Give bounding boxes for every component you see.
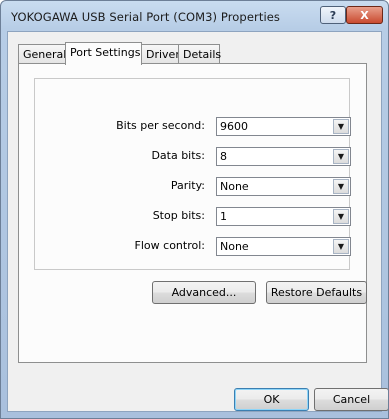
chevron-down-icon[interactable]: ▼: [333, 239, 349, 254]
flow-control-select[interactable]: None ▼: [216, 237, 351, 256]
help-button[interactable]: ?: [320, 6, 346, 24]
chevron-down-icon[interactable]: ▼: [333, 209, 349, 224]
flow-control-value: None: [220, 240, 249, 253]
data-bits-label: Data bits:: [151, 149, 205, 162]
stop-bits-select[interactable]: 1 ▼: [216, 207, 351, 226]
tab-details[interactable]: Details: [178, 44, 221, 64]
tab-driver[interactable]: Driver: [141, 44, 180, 64]
close-button[interactable]: X: [346, 6, 383, 24]
bits-per-second-value: 9600: [220, 120, 248, 133]
data-bits-select[interactable]: 8 ▼: [216, 147, 351, 166]
parity-value: None: [220, 180, 249, 193]
data-bits-value: 8: [220, 150, 227, 163]
cancel-button[interactable]: Cancel: [314, 388, 388, 411]
bits-per-second-select[interactable]: 9600 ▼: [216, 117, 351, 136]
window-title: YOKOGAWA USB Serial Port (COM3) Properti…: [11, 10, 281, 24]
close-icon: X: [360, 8, 369, 22]
chevron-down-icon[interactable]: ▼: [333, 119, 349, 134]
restore-defaults-button[interactable]: Restore Defaults: [266, 281, 367, 304]
chevron-down-icon[interactable]: ▼: [333, 149, 349, 164]
parity-label: Parity:: [170, 179, 205, 192]
advanced-button[interactable]: Advanced...: [152, 281, 256, 304]
help-icon: ?: [329, 8, 337, 22]
dialog-client-area: General Port Settings Driver Details Bit…: [7, 31, 388, 412]
tab-port-settings[interactable]: Port Settings: [65, 42, 142, 65]
settings-group: Bits per second: 9600 ▼ Data bits: 8 ▼ P…: [34, 78, 351, 270]
chevron-down-icon[interactable]: ▼: [333, 179, 349, 194]
ok-button[interactable]: OK: [234, 388, 309, 411]
bits-per-second-label: Bits per second:: [116, 119, 205, 132]
properties-dialog: YOKOGAWA USB Serial Port (COM3) Properti…: [0, 0, 389, 419]
port-settings-panel: Bits per second: 9600 ▼ Data bits: 8 ▼ P…: [18, 63, 367, 363]
title-bar[interactable]: YOKOGAWA USB Serial Port (COM3) Properti…: [1, 1, 388, 31]
stop-bits-label: Stop bits:: [152, 209, 205, 222]
stop-bits-value: 1: [220, 210, 227, 223]
flow-control-label: Flow control:: [134, 239, 205, 252]
tab-general[interactable]: General: [18, 44, 66, 64]
parity-select[interactable]: None ▼: [216, 177, 351, 196]
